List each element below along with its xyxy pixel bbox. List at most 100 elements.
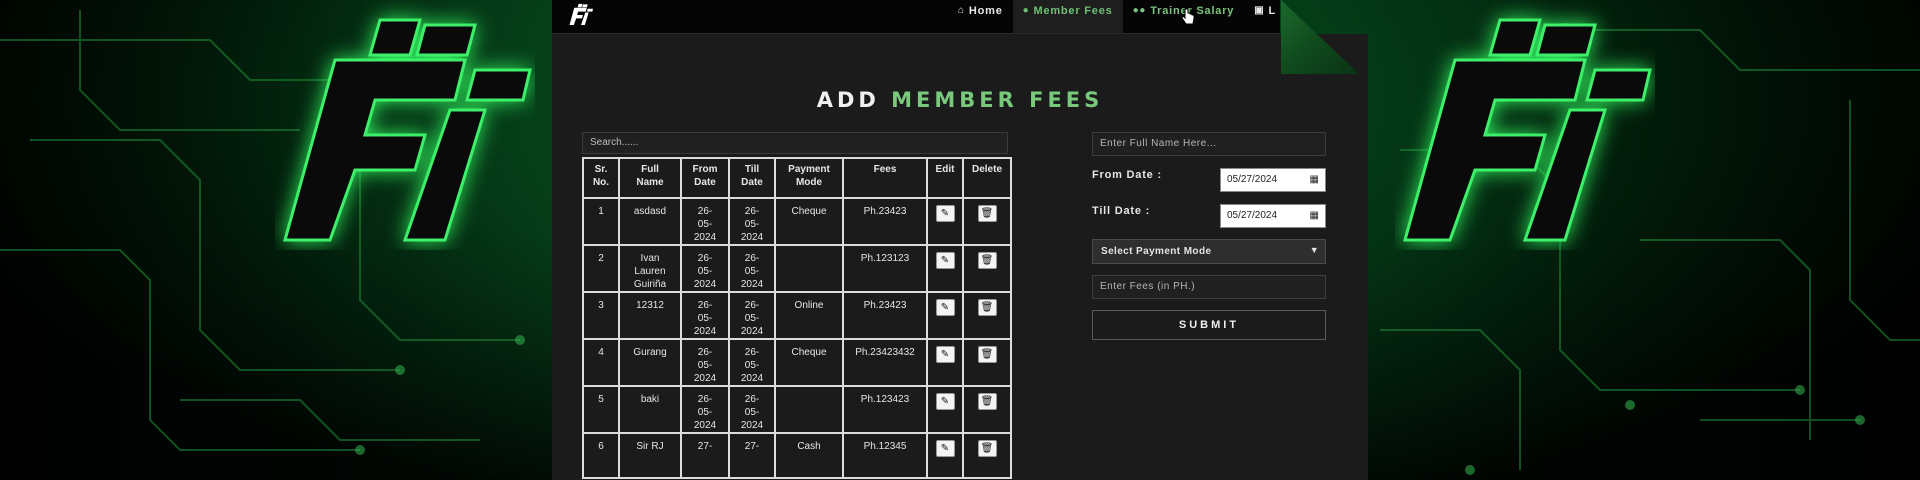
col-header-sr: Sr. No. [582,157,620,199]
calendar-icon[interactable]: ▦ [1310,210,1319,221]
cell-sr: 4 [582,338,620,387]
nav-item-label: Member Fees [1033,5,1113,17]
cell-till: 26- 05- 2024 [728,244,776,293]
trash-icon[interactable]: 🗑 [977,252,997,269]
cell-mode: Cash [774,432,844,479]
chevron-down-icon: ▼ [1309,245,1319,255]
cell-from: 27- [680,432,730,479]
nav-item-logout[interactable]: ▣ L [1244,0,1280,33]
till-date-input[interactable]: 05/27/2024 ▦ [1220,204,1326,228]
lock-icon: ▣ [1254,5,1265,16]
cell-till: 27- [728,432,776,479]
col-header-from: From Date [680,157,730,199]
fees-input[interactable]: Enter Fees (in PH.) [1092,275,1326,299]
trash-icon[interactable]: 🗑 [977,299,997,316]
cell-edit: ✎ [926,197,964,246]
cell-from: 26- 05- 2024 [680,338,730,387]
cell-delete: 🗑 [962,385,1012,434]
left-brand-logo-icon [283,18,532,242]
hand-cursor-icon [1181,8,1195,25]
nav-item-label: Home [968,5,1003,17]
trash-icon[interactable]: 🗑 [977,393,997,410]
table-body: 1 asdasd 26- 05- 2024 26- 05- 2024 Cheque Ph.2342… [582,197,1012,479]
cell-sr: 2 [582,244,620,293]
user-icon: ● [1022,5,1030,16]
cell-name: baki [618,385,682,434]
cell-edit: ✎ [926,385,964,434]
edit-icon[interactable]: ✎ [935,440,955,457]
cell-till: 26- 05- 2024 [728,385,776,434]
cell-mode [774,244,844,293]
calendar-icon[interactable]: ▦ [1310,174,1319,185]
cell-name: Ivan Lauren Guiriña [618,244,682,293]
col-header-delete: Delete [962,157,1012,199]
edit-icon[interactable]: ✎ [935,299,955,316]
title-part-green: MEMBER FEES [891,88,1104,112]
submit-button[interactable]: SUBMIT [1092,310,1326,340]
payment-mode-value: Select Payment Mode [1101,246,1212,257]
table-row: 2 Ivan Lauren Guiriña 26- 05- 2024 26- 05- 2024 Ph… [582,244,1012,293]
table-row: 4 Gurang 26- 05- 2024 26- 05- 2024 Cheque Ph.2342… [582,338,1012,387]
cell-delete: 🗑 [962,432,1012,479]
nav-menu: ⌂ Home ● Member Fees ●● Trainer Salary ▣… [948,0,1280,33]
cell-fees: Ph.123423 [842,385,928,434]
full-name-input[interactable]: Enter Full Name Here... [1092,132,1326,156]
till-date-label: Till Date : [1092,205,1151,217]
fees-table: Sr. No. Full Name From Date Till Date Paymen… [582,157,1012,479]
cell-sr: 3 [582,291,620,340]
cell-edit: ✎ [926,244,964,293]
trash-icon[interactable]: 🗑 [977,346,997,363]
cell-till: 26- 05- 2024 [728,291,776,340]
payment-mode-select[interactable]: Select Payment Mode ▼ [1092,239,1326,264]
cell-edit: ✎ [926,338,964,387]
cell-fees: Ph.12345 [842,432,928,479]
cell-delete: 🗑 [962,291,1012,340]
cell-sr: 5 [582,385,620,434]
cell-mode: Online [774,291,844,340]
trash-icon[interactable]: 🗑 [977,440,997,457]
cell-name: asdasd [618,197,682,246]
cell-from: 26- 05- 2024 [680,197,730,246]
cell-edit: ✎ [926,432,964,479]
users-icon: ●● [1132,5,1147,16]
cell-sr: 1 [582,197,620,246]
table-row: 5 baki 26- 05- 2024 26- 05- 2024 Ph.123423 ✎ 🗑 [582,385,1012,434]
col-header-till: Till Date [728,157,776,199]
nav-item-home[interactable]: ⌂ Home [948,0,1013,33]
cell-delete: 🗑 [962,338,1012,387]
edit-icon[interactable]: ✎ [935,393,955,410]
right-brand-logo-icon [1403,18,1652,242]
cell-name: Sir RJ [618,432,682,479]
cell-mode: Cheque [774,197,844,246]
home-icon: ⌂ [958,5,965,16]
cell-till: 26- 05- 2024 [728,338,776,387]
nav-item-label: L [1268,5,1276,17]
from-date-input[interactable]: 05/27/2024 ▦ [1220,168,1326,192]
cell-from: 26- 05- 2024 [680,244,730,293]
table-header-row: Sr. No. Full Name From Date Till Date Paymen… [582,157,1012,199]
trash-icon[interactable]: 🗑 [977,205,997,222]
table-row: 1 asdasd 26- 05- 2024 26- 05- 2024 Cheque Ph.2342… [582,197,1012,246]
cell-edit: ✎ [926,291,964,340]
cell-fees: Ph.23423 [842,291,928,340]
nav-logo-icon[interactable] [568,2,594,26]
col-header-fees: Fees [842,157,928,199]
edit-icon[interactable]: ✎ [935,252,955,269]
search-input[interactable]: Search...... [582,132,1008,154]
cell-name: Gurang [618,338,682,387]
cell-till: 26- 05- 2024 [728,197,776,246]
cell-from: 26- 05- 2024 [680,291,730,340]
cell-name: 12312 [618,291,682,340]
cell-delete: 🗑 [962,197,1012,246]
cell-mode: Cheque [774,338,844,387]
cell-sr: 6 [582,432,620,479]
col-header-mode: Payment Mode [774,157,844,199]
edit-icon[interactable]: ✎ [935,205,955,222]
till-date-value: 05/27/2024 [1227,210,1278,221]
top-navbar: ⌂ Home ● Member Fees ●● Trainer Salary ▣… [552,0,1280,34]
edit-icon[interactable]: ✎ [935,346,955,363]
nav-item-member-fees[interactable]: ● Member Fees [1012,0,1123,33]
cell-fees: Ph.23423 [842,197,928,246]
col-header-edit: Edit [926,157,964,199]
table-row: 3 12312 26- 05- 2024 26- 05- 2024 Online Ph.23423… [582,291,1012,340]
